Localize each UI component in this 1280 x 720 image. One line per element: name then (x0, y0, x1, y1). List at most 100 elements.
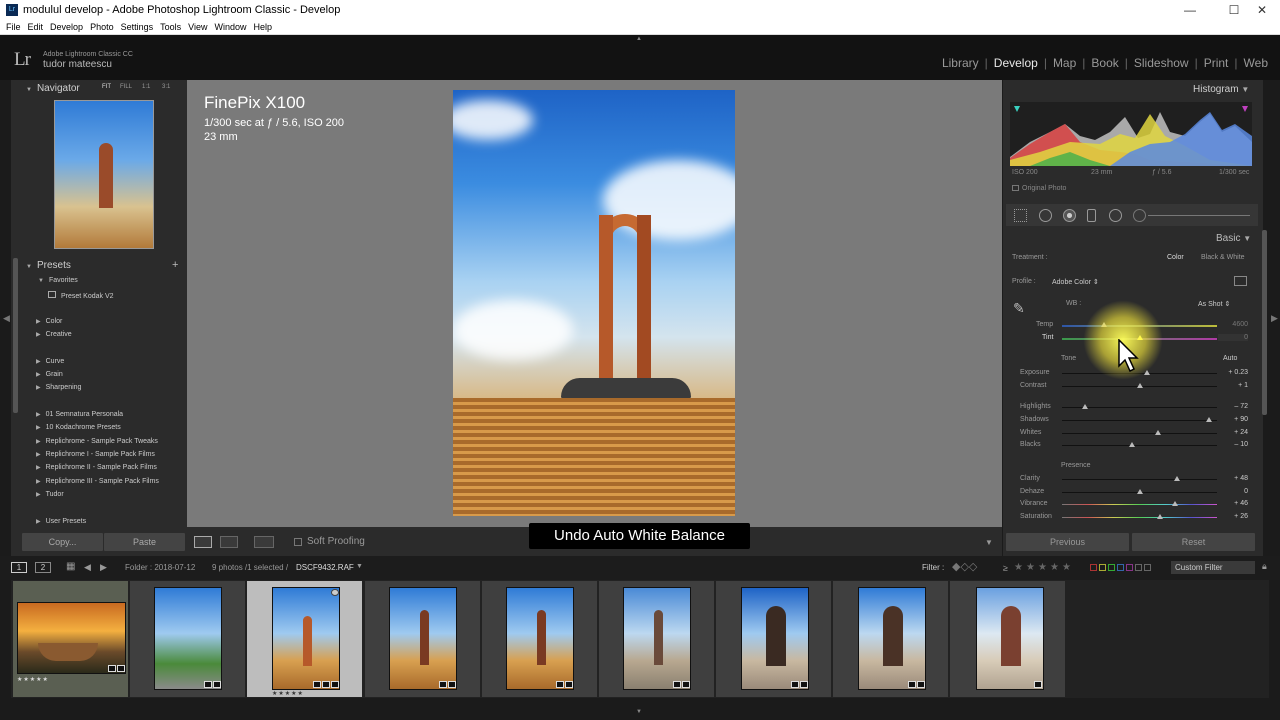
thumb-rating[interactable]: ★★★★★ (272, 690, 304, 697)
menu-settings[interactable]: Settings (121, 22, 154, 32)
slider-value[interactable]: 0 (1218, 488, 1248, 495)
slider-value[interactable]: + 26 (1218, 513, 1248, 520)
adjustment-brush-icon[interactable] (1133, 209, 1146, 222)
custom-filter-dropdown[interactable]: Custom Filter (1171, 561, 1255, 574)
menu-help[interactable]: Help (254, 22, 273, 32)
color-label-yellow-icon[interactable] (1099, 564, 1106, 571)
preset-group-replichrome-3[interactable]: ▶ Replichrome III - Sample Pack Films (36, 478, 159, 485)
filename-dropdown-icon[interactable]: ▼ (356, 563, 363, 570)
color-label-red-icon[interactable] (1090, 564, 1097, 571)
rating-star-icon[interactable]: ★ (1050, 562, 1059, 573)
tone-auto-button[interactable]: Auto (1223, 355, 1237, 362)
rating-star-icon[interactable]: ★ (1038, 562, 1047, 573)
profile-dropdown[interactable]: Adobe Color ⇕ (1052, 278, 1099, 286)
slider-track[interactable] (1062, 517, 1217, 518)
wb-eyedropper-icon[interactable]: ✎ (1013, 300, 1025, 317)
slider-thumb[interactable] (1172, 501, 1179, 506)
color-label-none-icon[interactable] (1144, 564, 1151, 571)
zoom-1-1[interactable]: 1:1 (142, 84, 150, 90)
module-library[interactable]: Library (942, 56, 979, 70)
slider-thumb[interactable] (1206, 417, 1213, 422)
forward-arrow-icon[interactable]: ▶ (100, 562, 107, 573)
module-slideshow[interactable]: Slideshow (1134, 56, 1189, 70)
collapse-top-arrow-icon[interactable]: ▲ (636, 36, 642, 42)
spot-removal-icon[interactable] (1039, 209, 1052, 222)
zoom-3-1[interactable]: 3:1 (162, 84, 170, 90)
zoom-fill[interactable]: FILL (120, 84, 132, 90)
module-book[interactable]: Book (1091, 56, 1118, 70)
thumb-select-circle-icon[interactable] (331, 589, 339, 596)
back-arrow-icon[interactable]: ◀ (84, 562, 91, 573)
shadow-clipping-icon[interactable] (1014, 106, 1020, 112)
rating-star-icon[interactable]: ★ (1014, 562, 1023, 573)
tint-value[interactable]: 0 (1218, 334, 1248, 341)
rating-star-icon[interactable]: ★ (1026, 562, 1035, 573)
module-develop[interactable]: Develop (994, 56, 1038, 70)
menu-photo[interactable]: Photo (90, 22, 114, 32)
preset-group-kodachrome[interactable]: ▶ 10 Kodachrome Presets (36, 424, 121, 431)
right-panel-scrollbar[interactable] (1262, 230, 1267, 415)
flag-filter-icons[interactable]: ◆◇◇ (952, 560, 977, 573)
slider-thumb[interactable] (1156, 514, 1163, 519)
add-preset-icon[interactable]: + (172, 259, 178, 271)
presets-header[interactable]: ▼ Presets (26, 260, 71, 271)
treatment-bw-option[interactable]: Black & White (1201, 254, 1245, 261)
right-panel-toggle-icon[interactable]: ▶ (1271, 313, 1278, 324)
module-print[interactable]: Print (1204, 56, 1229, 70)
slider-value[interactable]: – 10 (1218, 441, 1248, 448)
monitor-1-button[interactable]: 1 (11, 562, 27, 573)
menu-file[interactable]: File (6, 22, 21, 32)
preset-group-replichrome-tweaks[interactable]: ▶ Replichrome - Sample Pack Tweaks (36, 438, 158, 445)
red-eye-icon[interactable] (1063, 209, 1076, 222)
copy-settings-button[interactable]: Copy... (22, 533, 103, 551)
collapse-bottom-arrow-icon[interactable]: ▼ (636, 709, 642, 715)
loupe-view-icon[interactable] (194, 536, 212, 548)
slider-track[interactable] (1062, 479, 1217, 480)
preset-group-curve[interactable]: ▶ Curve (36, 358, 64, 365)
preset-group-user[interactable]: ▶ User Presets (36, 518, 86, 525)
reset-button[interactable]: Reset (1132, 533, 1255, 551)
treatment-color-option[interactable]: Color (1167, 254, 1184, 261)
monitor-2-button[interactable]: 2 (35, 562, 51, 573)
slider-track[interactable] (1062, 433, 1217, 434)
selected-filename[interactable]: DSCF9432.RAF (296, 563, 354, 572)
module-map[interactable]: Map (1053, 56, 1076, 70)
slider-track[interactable] (1062, 420, 1217, 421)
menu-view[interactable]: View (188, 22, 207, 32)
left-panel-toggle-icon[interactable]: ◀ (3, 313, 10, 324)
slider-value[interactable]: + 24 (1218, 429, 1248, 436)
profile-browser-icon[interactable] (1234, 276, 1247, 286)
paste-settings-button[interactable]: Paste (104, 533, 185, 551)
slider-thumb[interactable] (1173, 476, 1180, 481)
toolbar-menu-icon[interactable]: ▼ (985, 538, 993, 547)
preset-group-replichrome-2[interactable]: ▶ Replichrome II - Sample Pack Films (36, 464, 157, 471)
close-button[interactable]: ✕ (1244, 0, 1280, 20)
preset-group-color[interactable]: ▶ Color (36, 318, 62, 325)
left-panel-scrollbar[interactable] (13, 258, 18, 413)
module-web[interactable]: Web (1244, 56, 1268, 70)
slider-value[interactable]: + 48 (1218, 475, 1248, 482)
slider-value[interactable]: + 46 (1218, 500, 1248, 507)
basic-header[interactable]: Basic ▼ (1216, 233, 1251, 244)
slider-track[interactable] (1062, 445, 1217, 446)
filter-lock-icon[interactable]: 🔒︎ (1262, 561, 1267, 572)
slider-track[interactable] (1062, 504, 1217, 505)
before-after-yy-icon[interactable] (254, 536, 274, 548)
folder-source[interactable]: Folder : 2018-07-12 (125, 563, 195, 572)
preset-group-semnatura[interactable]: ▶ 01 Semnatura Personala (36, 411, 123, 418)
preset-group-creative[interactable]: ▶ Creative (36, 331, 72, 338)
rating-star-icon[interactable]: ★ (1062, 562, 1071, 573)
wb-dropdown[interactable]: As Shot ⇕ (1198, 300, 1230, 308)
preset-group-grain[interactable]: ▶ Grain (36, 371, 63, 378)
soft-proofing-checkbox[interactable] (294, 538, 302, 546)
slider-value[interactable]: + 0.23 (1218, 369, 1248, 376)
color-label-green-icon[interactable] (1108, 564, 1115, 571)
slider-thumb[interactable] (1136, 383, 1143, 388)
slider-value[interactable]: – 72 (1218, 403, 1248, 410)
slider-value[interactable]: + 1 (1218, 382, 1248, 389)
color-label-blue-icon[interactable] (1117, 564, 1124, 571)
menu-tools[interactable]: Tools (160, 22, 181, 32)
zoom-fit[interactable]: FIT (102, 84, 111, 90)
slider-thumb[interactable] (1136, 489, 1143, 494)
tool-slider-track[interactable] (1148, 215, 1250, 216)
